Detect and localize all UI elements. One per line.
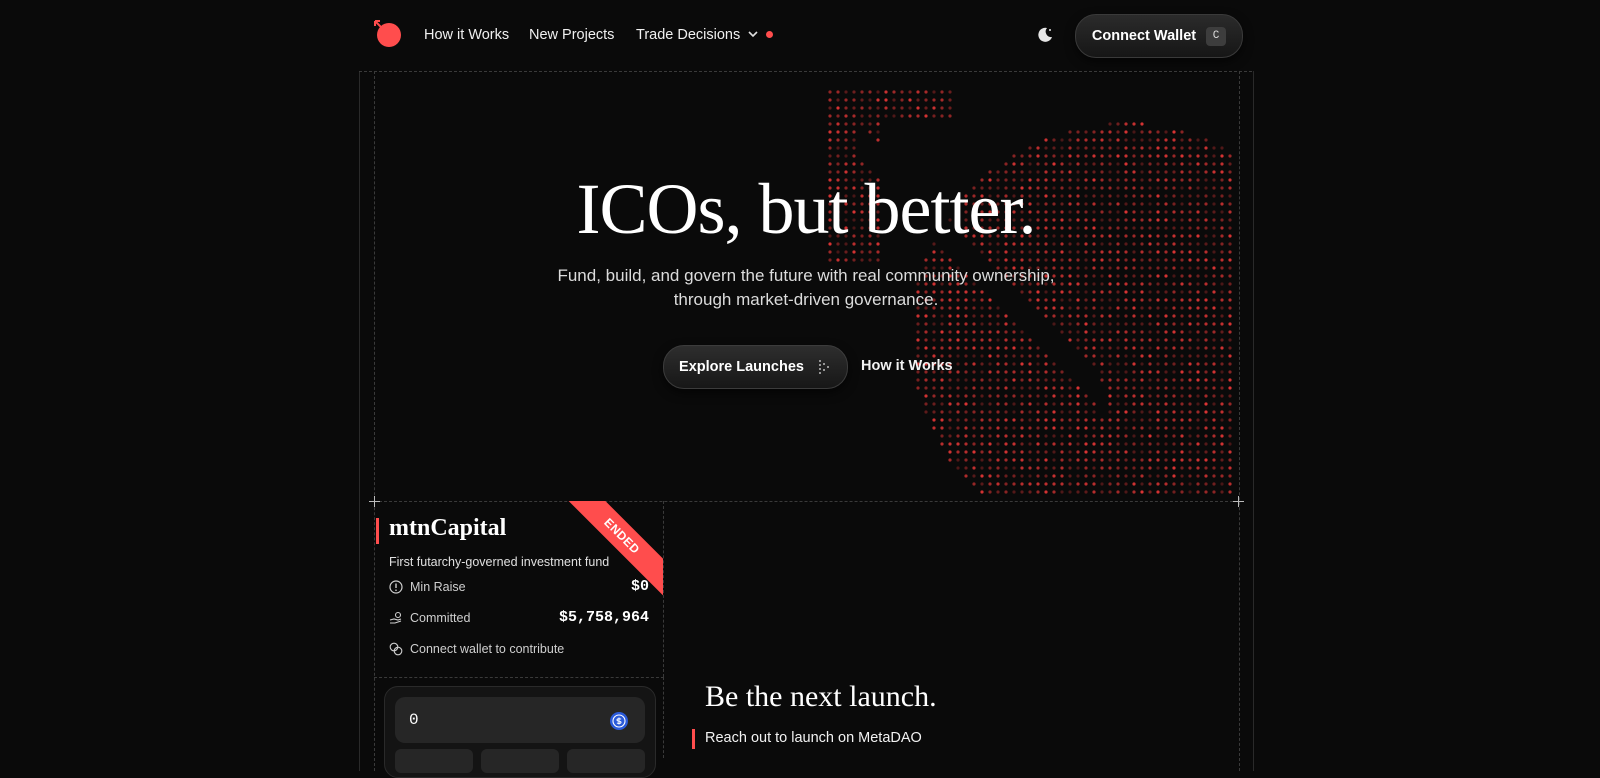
shortcut-key-badge: C (1206, 26, 1227, 46)
info-circle-icon (389, 580, 403, 594)
nav-trade-decisions[interactable]: Trade Decisions (636, 27, 740, 43)
next-launch-title: Be the next launch. (705, 680, 937, 713)
nav-new-projects[interactable]: New Projects (529, 27, 614, 43)
project-card[interactable]: mtnCapital First futarchy-governed inves… (374, 501, 664, 677)
committed-label: Committed (410, 611, 471, 625)
min-raise-row: Min Raise $0 (389, 577, 649, 597)
connect-wallet-label: Connect Wallet (1091, 28, 1197, 44)
hand-coins-icon (389, 611, 402, 624)
nav-how-it-works[interactable]: How it Works (424, 27, 509, 43)
contribute-panel (374, 677, 664, 778)
launch-contact-link[interactable]: Reach out to launch on MetaDAO (705, 730, 922, 746)
contribute-box (384, 686, 656, 778)
hero-subtitle: Fund, build, and govern the future with … (500, 264, 1112, 312)
preset-chip-3[interactable] (567, 749, 645, 773)
preset-chip-1[interactable] (395, 749, 473, 773)
explore-launches-label: Explore Launches (679, 359, 804, 375)
min-raise-label: Min Raise (410, 580, 466, 594)
moon-icon[interactable] (1036, 26, 1054, 44)
connect-hint-text: Connect wallet to contribute (410, 642, 565, 656)
explore-launches-button[interactable]: Explore Launches (663, 345, 848, 389)
coins-icon (389, 642, 403, 656)
committed-value: $5,758,964 (558, 609, 649, 626)
card-accent-bar (376, 518, 379, 544)
project-name: mtnCapital (389, 515, 507, 541)
connect-wallet-button[interactable]: Connect Wallet C (1075, 14, 1243, 58)
frame-top-divider (359, 71, 1252, 72)
chevron-down-icon[interactable] (747, 28, 759, 40)
amount-input[interactable] (395, 697, 645, 743)
next-launch-accent-bar (692, 729, 695, 749)
hero-subtitle-line-1: Fund, build, and govern the future with … (557, 266, 1055, 285)
connect-hint-row: Connect wallet to contribute (389, 639, 649, 659)
top-nav: How it Works New Projects Trade Decision… (372, 14, 1243, 58)
committed-row: Committed $5,758,964 (389, 608, 649, 628)
project-description: First futarchy-governed investment fund (389, 555, 610, 569)
hero-title: ICOs, but better. (576, 169, 1037, 249)
hero-how-it-works-link[interactable]: How it Works (861, 358, 953, 374)
usdc-token-icon (610, 712, 628, 730)
min-raise-value: $0 (630, 578, 649, 595)
dotted-arrow-icon (818, 360, 829, 374)
hero-subtitle-line-2: through market-driven governance. (673, 290, 939, 309)
preset-chip-2[interactable] (481, 749, 559, 773)
metadao-logo-icon[interactable] (372, 18, 402, 48)
notification-dot (766, 31, 773, 38)
